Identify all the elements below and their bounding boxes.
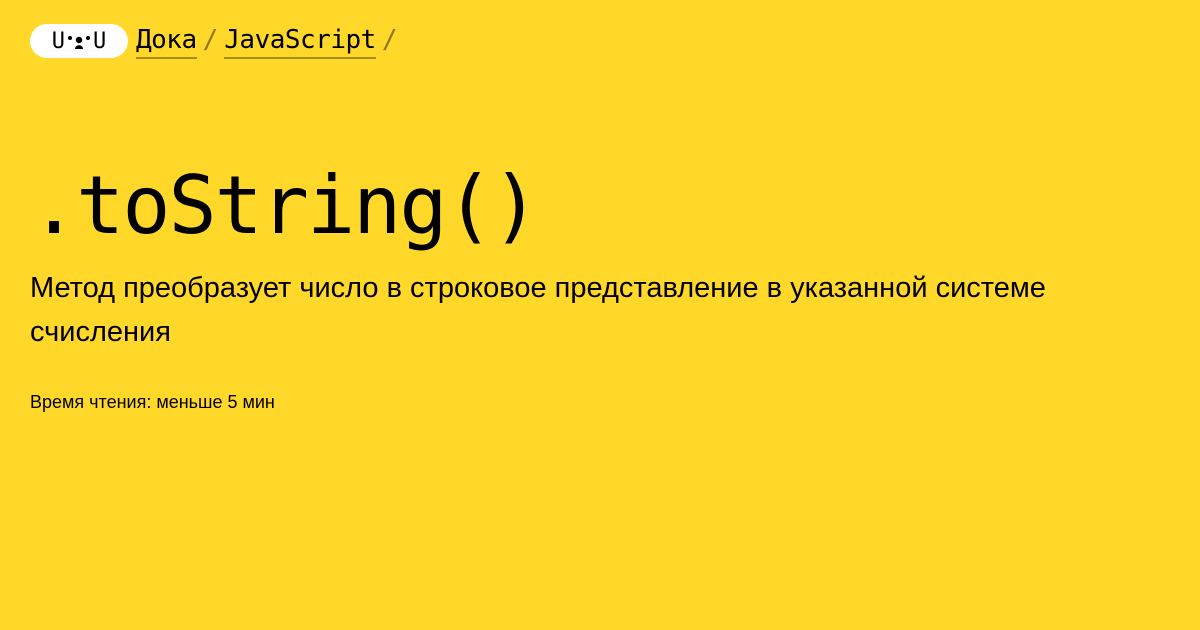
site-header: U U Дока / JavaScript / xyxy=(30,24,398,60)
doka-logo[interactable]: U U xyxy=(30,24,128,58)
reading-time: Время чтения: меньше 5 мин xyxy=(30,392,275,412)
page-title: .toString() xyxy=(30,159,540,252)
breadcrumb-separator: / xyxy=(381,25,398,55)
logo-mouth xyxy=(74,36,84,49)
logo-letter-right: U xyxy=(93,28,107,54)
doka-face-logo-icon xyxy=(68,35,90,49)
page-description: Метод преобразует число в строковое пред… xyxy=(30,272,1046,348)
breadcrumb-separator: / xyxy=(202,25,219,55)
logo-eye-right xyxy=(86,35,90,40)
logo-eye-left xyxy=(68,35,72,40)
breadcrumb-doka[interactable]: Дока xyxy=(136,24,197,59)
logo-letter-left: U xyxy=(51,28,65,54)
breadcrumb-javascript[interactable]: JavaScript xyxy=(224,24,376,59)
